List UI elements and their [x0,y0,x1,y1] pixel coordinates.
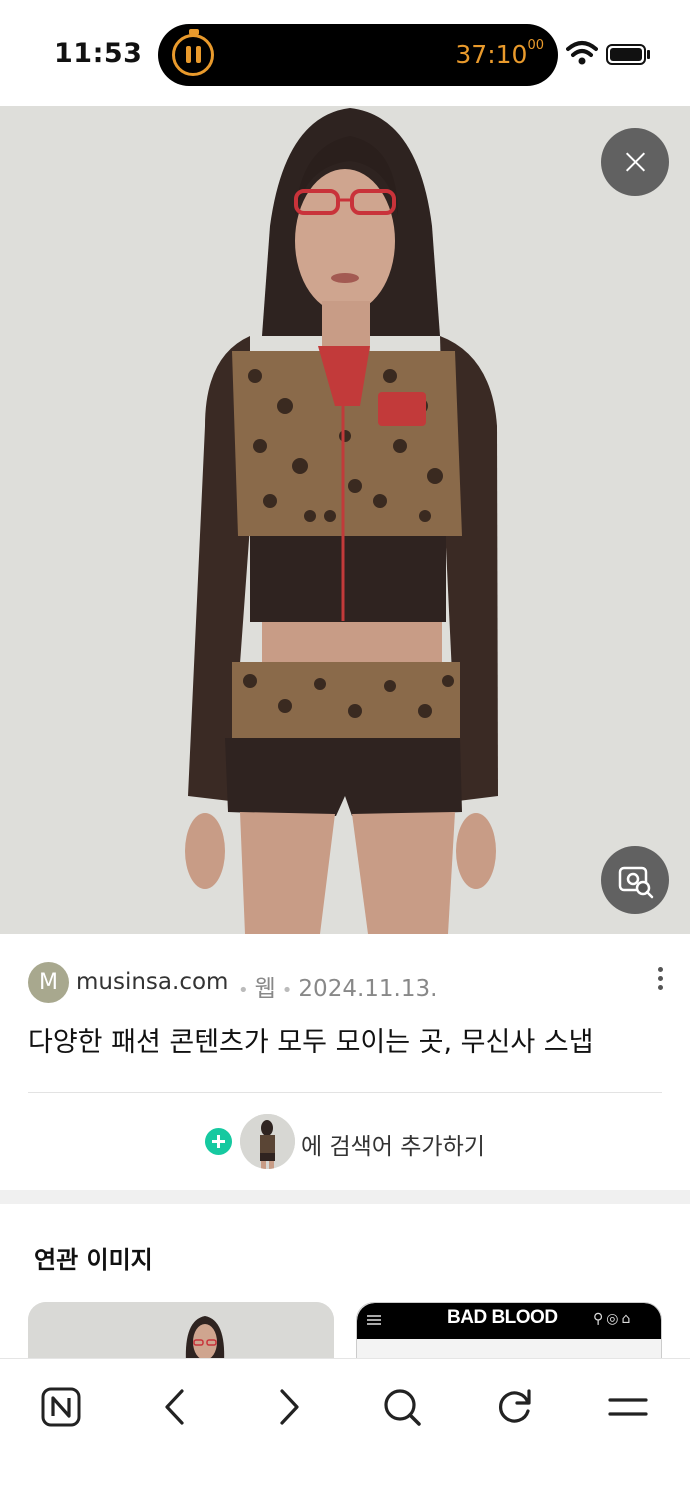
section-divider [0,1190,690,1204]
image-search-icon [618,866,654,899]
related-images-title: 연관 이미지 [34,1246,153,1274]
naver-home-icon [41,1387,81,1427]
image-search-button[interactable] [601,846,669,914]
menu-icon [608,1398,648,1416]
divider [28,1092,662,1093]
image-thumbnail-chip [240,1114,295,1169]
search-button[interactable] [372,1377,432,1437]
wifi-icon [566,41,598,65]
pause-icon[interactable] [172,29,214,76]
related-image-2[interactable]: BAD BLOOD ⚲◎⌂ [356,1302,662,1362]
add-to-search-button[interactable]: 에 검색어 추가하기 [205,1114,505,1170]
forward-button[interactable] [259,1377,319,1437]
menu-icon [367,1315,381,1325]
fashion-photo [0,106,690,934]
status-bar: 11:53 37:1000 [0,0,690,106]
bottom-nav [0,1358,690,1500]
clock: 11:53 [54,38,143,69]
refresh-button[interactable] [485,1377,545,1437]
result-title[interactable]: 다양한 패션 콘텐츠가 모두 모이는 곳, 무신사 스냅 [28,1020,593,1059]
image-viewer[interactable] [0,106,690,934]
back-button[interactable] [145,1377,205,1437]
site-favicon: M [28,962,69,1003]
related-image-1[interactable] [28,1302,334,1362]
more-options-icon[interactable] [654,964,666,1000]
brand-name: BAD BLOOD [447,1307,558,1328]
search-icon [384,1389,421,1426]
add-search-label: 에 검색어 추가하기 [301,1134,485,1160]
forward-icon [280,1389,299,1425]
result-date: 2024.11.13. [298,976,438,1002]
dynamic-island-timer[interactable]: 37:1000 [158,24,558,86]
result-meta: • 웹 • 2024.11.13. [238,976,438,1002]
timer-readout: 37:1000 [455,38,544,69]
source-row[interactable]: M musinsa.com • 웹 • 2024.11.13. [28,962,668,1004]
result-type: 웹 [254,976,276,1002]
refresh-icon [498,1389,531,1423]
shop-icons: ⚲◎⌂ [593,1311,634,1327]
naver-home-button[interactable] [31,1377,91,1437]
close-button[interactable] [601,128,669,196]
menu-button[interactable] [598,1377,658,1437]
plus-icon [205,1128,232,1155]
search-result-card: M musinsa.com • 웹 • 2024.11.13. 다양한 패션 콘텐츠가… [0,934,690,1190]
site-name[interactable]: musinsa.com [76,969,228,995]
battery-icon [606,44,646,65]
back-icon [165,1389,184,1425]
